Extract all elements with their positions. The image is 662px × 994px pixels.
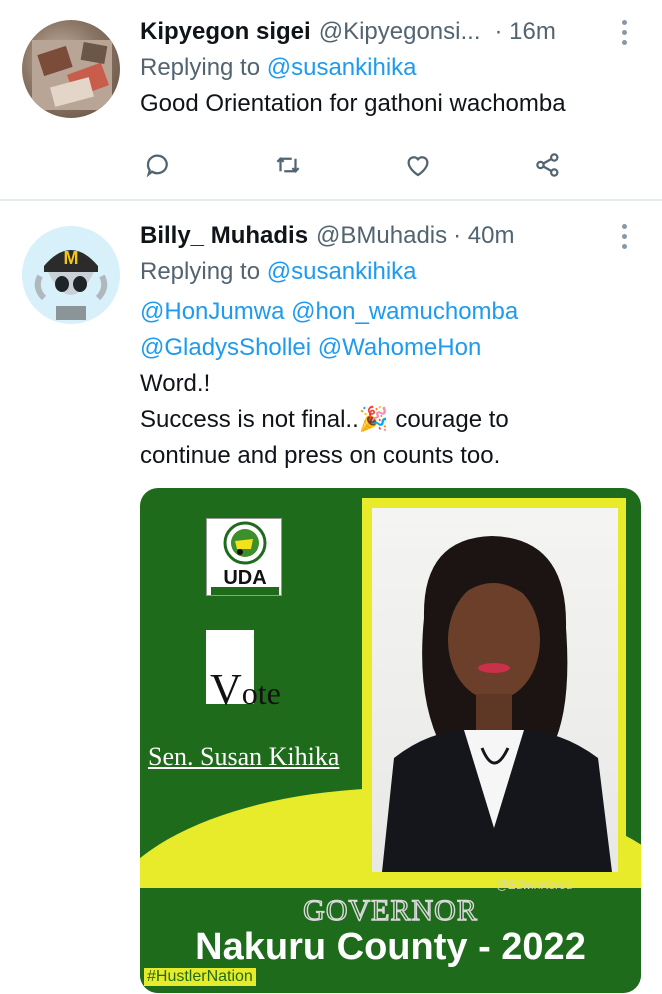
uda-tagline-bar	[211, 587, 279, 595]
candidate-photo	[372, 508, 618, 872]
author-name[interactable]: Kipyegon sigei	[140, 18, 311, 46]
replying-to-link[interactable]: @susankihika	[267, 54, 417, 81]
tweet-header: Kipyegon sigei @Kipyegonsi... · 16m	[140, 14, 648, 50]
avatar[interactable]: M	[22, 226, 120, 324]
tweet-image[interactable]: UDA Vote Sen. Susan Kihika @EdwinKereu G…	[140, 488, 641, 993]
timestamp[interactable]: · 40m	[453, 222, 514, 250]
avatar-character-icon: M	[22, 226, 120, 324]
wheelbarrow-icon	[223, 521, 267, 565]
author-handle[interactable]: @Kipyegonsi...	[319, 18, 481, 46]
retweet-icon[interactable]	[270, 147, 306, 183]
tweet-text-line: Success is not final..🎉 courage to	[140, 406, 509, 433]
mentions-line[interactable]: @HonJumwa @hon_wamuchomba	[140, 294, 648, 330]
vote-rest: ote	[241, 675, 281, 711]
replying-to-link[interactable]: @susankihika	[267, 258, 417, 285]
vote-text: Vote	[210, 664, 281, 715]
share-icon[interactable]	[530, 147, 566, 183]
reply-icon[interactable]	[140, 147, 176, 183]
portrait-icon	[382, 536, 612, 872]
replying-to-label: Replying to	[140, 54, 261, 81]
reply-context: Replying to @susankihika	[140, 50, 648, 86]
tweet-header: Billy_ Muhadis @BMuhadis · 40m	[140, 218, 648, 254]
office-title: GOVERNOR	[302, 893, 478, 927]
image-credit: @EdwinKereu	[496, 878, 573, 892]
vote-check: V	[210, 665, 242, 714]
candidate-name: Sen. Susan Kihika	[148, 742, 340, 771]
more-icon[interactable]	[618, 221, 630, 251]
like-icon[interactable]	[400, 147, 436, 183]
avatar-photo-icon	[32, 40, 112, 110]
reply-context: Replying to @susankihika	[140, 254, 648, 290]
tweet-billy[interactable]: M Billy_ Muhadis @BMuhadis · 40m Replyin…	[0, 201, 662, 994]
tweet-text: Good Orientation for gathoni wachomba	[140, 90, 566, 117]
replying-to-label: Replying to	[140, 258, 261, 285]
county-title: Nakuru County - 2022	[195, 926, 586, 968]
uda-logo: UDA	[206, 518, 282, 596]
avatar[interactable]	[22, 20, 120, 118]
mentions-line[interactable]: @GladysShollei @WahomeHon	[140, 330, 648, 366]
tweet-text-line: Word.!	[140, 370, 211, 397]
avatar-logo: M	[64, 248, 79, 268]
tweet-kipyegon[interactable]: Kipyegon sigei @Kipyegonsi... · 16m Repl…	[0, 0, 662, 200]
poster-hashtag: #HustlerNation	[144, 968, 256, 986]
author-handle[interactable]: @BMuhadis	[316, 222, 447, 250]
author-name[interactable]: Billy_ Muhadis	[140, 222, 308, 250]
tweet-text-line: continue and press on counts too.	[140, 442, 501, 469]
more-icon[interactable]	[618, 17, 630, 47]
tweet-actions	[140, 147, 580, 183]
timestamp[interactable]: · 16m	[494, 18, 555, 46]
